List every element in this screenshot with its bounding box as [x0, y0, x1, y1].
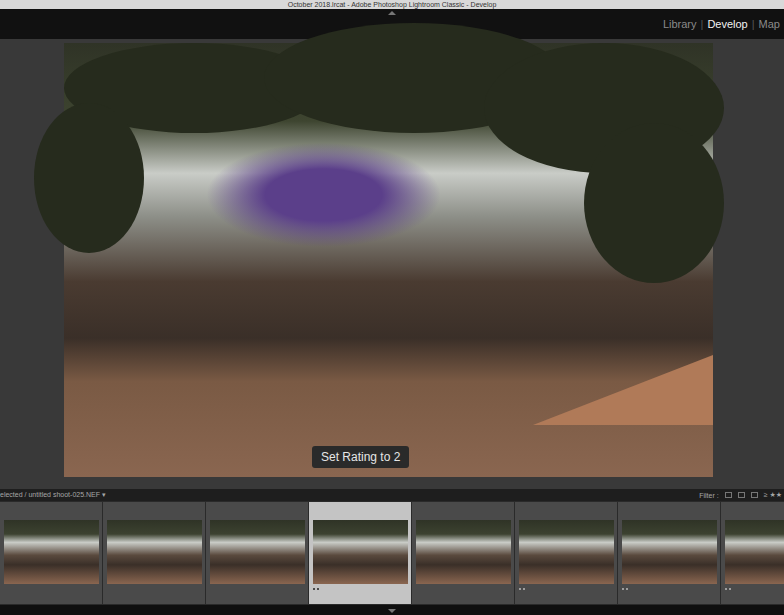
list-filter-icon[interactable] [751, 492, 758, 498]
thumbnail-image [416, 520, 511, 584]
filmstrip-thumbnail[interactable] [412, 502, 514, 604]
filmstrip-header: elected / untitled shoot-025.NEF ▾ Filter… [0, 489, 784, 501]
thumbnail-image [4, 520, 99, 584]
star-rating [622, 588, 628, 594]
thumbnail-image [107, 520, 202, 584]
rating-dot [519, 588, 521, 590]
thumbnail-image [210, 520, 305, 584]
title-bar: October 2018.lrcat - Adobe Photoshop Lig… [0, 0, 784, 9]
rating-dot [725, 588, 727, 590]
bottom-bar [0, 605, 784, 615]
module-tab[interactable]: Map [755, 18, 784, 30]
filter-bar: Filter : ≥ ★★ [699, 491, 784, 499]
source-path[interactable]: elected / untitled shoot-025.NEF ▾ [0, 491, 105, 499]
rating-overlay: Set Rating to 2 [312, 446, 409, 468]
filmstrip-thumbnail[interactable] [309, 502, 411, 604]
filmstrip-thumbnail[interactable] [103, 502, 205, 604]
window-title: October 2018.lrcat - Adobe Photoshop Lig… [288, 0, 497, 9]
module-tab[interactable]: Library [659, 18, 701, 30]
filmstrip-thumbnail[interactable] [206, 502, 308, 604]
filmstrip-thumbnail[interactable] [515, 502, 617, 604]
grid-filter-icon[interactable] [738, 492, 745, 498]
rating-dot [626, 588, 628, 590]
star-rating [519, 588, 525, 594]
flag-filter-icon[interactable] [725, 492, 732, 498]
filmstrip-thumbnail[interactable] [618, 502, 720, 604]
rating-dot [313, 588, 315, 590]
rating-dot [523, 588, 525, 590]
image-area: Set Rating to 2 [0, 39, 784, 489]
module-picker: Library|Develop|Map [659, 18, 784, 30]
rating-dot [622, 588, 624, 590]
thumbnail-image [622, 520, 717, 584]
rating-dot [317, 588, 319, 590]
filmstrip-thumbnail[interactable] [721, 502, 784, 604]
filmstrip [0, 501, 784, 605]
module-tab[interactable]: Develop [703, 18, 751, 30]
collapse-bottom-icon[interactable] [388, 609, 396, 613]
filter-label: Filter : [699, 492, 718, 499]
module-separator: | [701, 18, 704, 30]
filmstrip-thumbnail[interactable] [0, 502, 102, 604]
photo: Set Rating to 2 [64, 43, 713, 477]
star-rating [313, 588, 319, 594]
rating-filter[interactable]: ≥ ★★ [764, 491, 782, 499]
thumbnail-image [519, 520, 614, 584]
star-rating [725, 588, 731, 594]
rating-dot [729, 588, 731, 590]
module-separator: | [752, 18, 755, 30]
thumbnail-image [313, 520, 408, 584]
collapse-top-icon[interactable] [388, 11, 396, 15]
thumbnail-image [725, 520, 784, 584]
